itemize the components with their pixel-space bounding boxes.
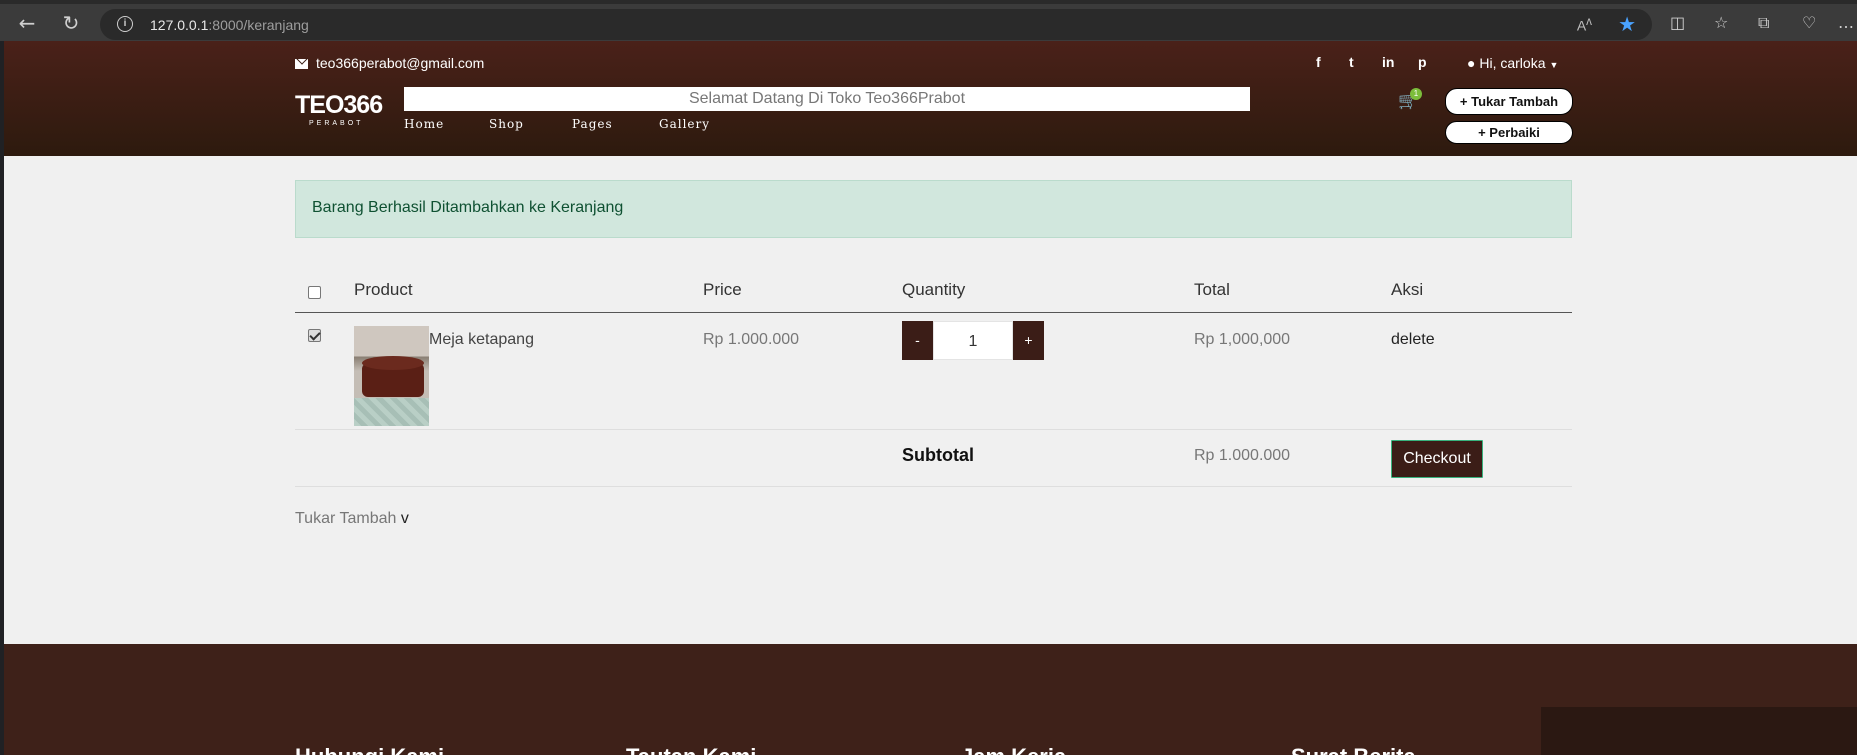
envelope-icon [295,59,308,69]
subtotal-value: Rp 1.000.000 [1194,447,1291,464]
subtotal-row: Subtotal Rp 1.000.000 Checkout [295,431,1572,487]
site-header: teo366perabot@gmail.com f t in p ● Hi, c… [4,41,1857,156]
nav-shop[interactable]: Shop [489,117,524,131]
linkedin-icon[interactable]: in [1382,54,1394,70]
favorite-star-icon[interactable]: ★ [1618,12,1636,37]
address-bar[interactable]: i 127.0.0.1:8000/keranjang Aʌ ★ [100,9,1652,40]
pinterest-icon[interactable]: p [1418,54,1427,70]
header-email: teo366perabot@gmail.com [295,55,484,71]
col-product: Product [354,280,413,299]
user-menu[interactable]: ● Hi, carloka ▼ [1467,55,1558,71]
footer-heading-newsletter: Surat Berita [1291,744,1416,755]
tukar-tambah-button[interactable]: + Tukar Tambah [1445,88,1573,115]
nav-pages[interactable]: Pages [572,117,613,131]
product-price: Rp 1.000.000 [703,331,800,348]
back-icon[interactable]: ← [16,12,38,34]
health-icon[interactable]: ♡ [1802,13,1816,32]
info-icon[interactable]: i [117,16,133,32]
footer-overlay-panel [1541,707,1857,755]
caret-down-icon: ▼ [1549,60,1559,70]
subtotal-label: Subtotal [902,445,974,465]
footer-heading-links: Tautan Kami [626,744,756,755]
welcome-banner: Selamat Datang Di Toko Teo366Prabot [404,87,1250,111]
read-aloud-icon[interactable]: Aʌ [1577,15,1592,34]
table-row: Meja ketapang Rp 1.000.000 - 1 + Rp 1,00… [295,313,1572,430]
more-icon[interactable]: … [1838,13,1854,32]
col-price: Price [703,280,742,299]
nav-home[interactable]: Home [404,117,444,131]
tukar-tambah-toggle[interactable]: Tukar Tambah v [295,510,409,528]
perbaiki-button[interactable]: + Perbaiki [1445,121,1573,144]
delete-link[interactable]: delete [1391,331,1435,349]
checkout-button[interactable]: Checkout [1391,440,1483,478]
select-all-checkbox[interactable] [308,286,321,299]
row-checkbox[interactable] [308,329,321,342]
col-total: Total [1194,280,1230,299]
collections-icon[interactable]: ⧉ [1758,13,1769,33]
success-alert: Barang Berhasil Ditambahkan ke Keranjang [295,180,1572,238]
footer-heading-hours: Jam Kerja [961,744,1066,755]
cart-icon[interactable]: 🛒 1 [1398,88,1422,111]
facebook-icon[interactable]: f [1316,54,1321,70]
url-text: 127.0.0.1:8000/keranjang [150,17,309,33]
product-name[interactable]: Meja ketapang [429,331,534,349]
product-image [354,326,429,426]
site-logo[interactable]: TEO366 PERABOT [295,91,383,127]
cart-table-header: Product Price Quantity Total Aksi [295,272,1572,313]
col-quantity: Quantity [902,280,966,299]
row-total: Rp 1,000,000 [1194,331,1291,348]
col-aksi: Aksi [1391,280,1424,299]
nav-gallery[interactable]: Gallery [659,117,710,131]
browser-toolbar: ← ↻ i 127.0.0.1:8000/keranjang Aʌ ★ ◫ ☆ … [0,0,1857,41]
quantity-plus-button[interactable]: + [1013,321,1044,360]
footer-heading-contact: Hubungi Kami [295,744,444,755]
user-icon: ● [1467,55,1476,71]
reload-icon[interactable]: ↻ [60,12,82,34]
quantity-minus-button[interactable]: - [902,321,933,360]
favorites-icon[interactable]: ☆ [1714,13,1728,32]
caret-icon: v [400,510,409,527]
quantity-input[interactable]: 1 [933,321,1013,360]
cart-count-badge: 1 [1410,88,1422,100]
twitter-icon[interactable]: t [1349,54,1354,70]
split-screen-icon[interactable]: ◫ [1670,13,1685,32]
page-viewport: teo366perabot@gmail.com f t in p ● Hi, c… [4,41,1857,755]
